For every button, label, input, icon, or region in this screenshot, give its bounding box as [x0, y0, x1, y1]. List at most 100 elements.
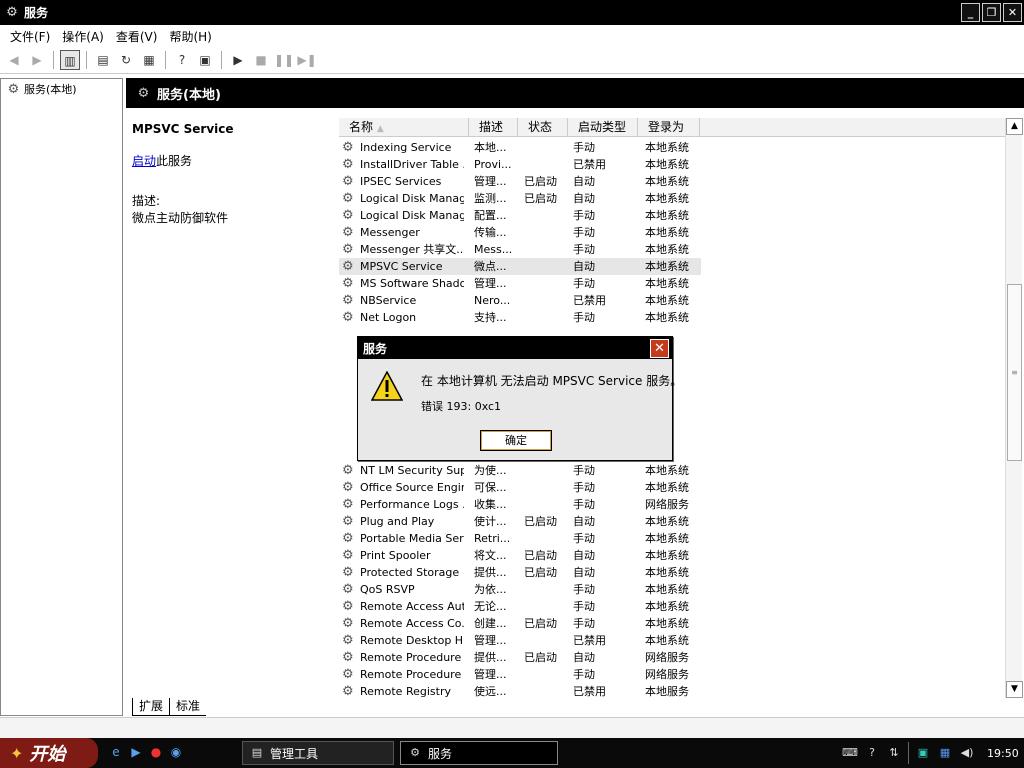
menu-help[interactable]: 帮助(H) — [163, 28, 217, 45]
table-row[interactable]: ⚙ QoS RSVP 为依... 手动 本地系统 — [339, 581, 1009, 598]
cell-name: Performance Logs ... — [360, 498, 464, 511]
vertical-scrollbar[interactable]: ▲ ≡ ▼ — [1005, 118, 1023, 698]
minimize-button[interactable]: _ — [961, 3, 980, 22]
table-row[interactable]: ⚙ Remote Procedure ... 管理... 手动 网络服务 — [339, 666, 1009, 683]
stop-service-icon[interactable]: ■ — [251, 50, 271, 70]
table-row[interactable]: ⚙ Remote Registry 使远... 已禁用 本地服务 — [339, 683, 1009, 698]
app-icon[interactable]: ◉ — [168, 744, 184, 760]
start-service-icon[interactable]: ▶ — [228, 50, 248, 70]
cell-logon: 网络服务 — [645, 668, 689, 681]
table-row[interactable]: ⚙ Print Spooler 将文... 已启动 自动 本地系统 — [339, 547, 1009, 564]
export-list-icon[interactable]: ▦ — [139, 50, 159, 70]
table-row[interactable]: ⚙ MPSVC Service 微点... 自动 本地系统 — [339, 258, 701, 275]
back-arrow-icon[interactable]: ◀ — [4, 50, 24, 70]
tray-separator — [908, 742, 909, 764]
ok-button[interactable]: 确定 — [480, 430, 552, 451]
tree-node-services-local[interactable]: ⚙ 服务(本地) — [6, 81, 77, 97]
service-gear-icon: ⚙ — [342, 140, 354, 154]
cell-name: InstallDriver Table ... — [360, 158, 464, 171]
menu-action[interactable]: 操作(A) — [56, 28, 110, 45]
task-label: 服务 — [428, 746, 453, 761]
start-button[interactable]: ✦ 开始 — [0, 738, 98, 768]
table-row[interactable]: ⚙ Indexing Service 本地... 手动 本地系统 — [339, 139, 1009, 156]
network-icon[interactable]: ▣ — [915, 745, 931, 761]
table-row[interactable]: ⚙ Logical Disk Manager 监测... 已启动 自动 本地系统 — [339, 190, 1009, 207]
start-service-link[interactable]: 启动 — [132, 154, 156, 168]
task-services[interactable]: ⚙ 服务 — [400, 741, 558, 765]
table-row[interactable]: ⚙ Plug and Play 使计... 已启动 自动 本地系统 — [339, 513, 1009, 530]
close-button[interactable]: ✕ — [1003, 3, 1022, 22]
language-icon[interactable]: ⇅ — [886, 745, 902, 761]
properties-icon[interactable]: ▤ — [93, 50, 113, 70]
column-header-name[interactable]: 名称 ▲ — [339, 118, 469, 137]
table-row[interactable]: ⚙ Logical Disk Manag... 配置... 手动 本地系统 — [339, 207, 1009, 224]
table-row[interactable]: ⚙ InstallDriver Table ... Provi... 已禁用 本地系统 — [339, 156, 1009, 173]
cell-desc: 支持... — [474, 311, 507, 324]
show-pane-icon[interactable]: ▣ — [195, 50, 215, 70]
tree-node-label: 服务(本地) — [24, 83, 77, 96]
table-row[interactable]: ⚙ Protected Storage 提供... 已启动 自动 本地系统 — [339, 564, 1009, 581]
scroll-down-icon[interactable]: ▼ — [1006, 681, 1023, 698]
internet-explorer-icon[interactable]: e — [108, 744, 124, 760]
cell-desc: 监测... — [474, 192, 507, 205]
cell-startup: 自动 — [573, 549, 595, 562]
scroll-up-icon[interactable]: ▲ — [1006, 118, 1023, 135]
display-icon[interactable]: ▦ — [937, 745, 953, 761]
table-row[interactable]: ⚙ Messenger 共享文... Mess... 手动 本地系统 — [339, 241, 1009, 258]
cell-startup: 自动 — [573, 566, 595, 579]
cell-startup: 手动 — [573, 209, 595, 222]
app-icon[interactable]: ● — [148, 744, 164, 760]
dialog-close-button[interactable]: ✕ — [650, 339, 669, 358]
pause-service-icon[interactable]: ❚❚ — [274, 50, 294, 70]
cell-desc: 提供... — [474, 651, 507, 664]
column-header-startup-type[interactable]: 启动类型 — [568, 118, 638, 137]
column-header-description[interactable]: 描述 — [469, 118, 518, 137]
tab-extended[interactable]: 扩展 — [132, 698, 171, 716]
table-row[interactable]: ⚙ Remote Procedure ... 提供... 已启动 自动 网络服务 — [339, 649, 1009, 666]
table-row[interactable]: ⚙ Portable Media Seri... Retri... 手动 本地系统 — [339, 530, 1009, 547]
table-row[interactable]: ⚙ Remote Desktop H... 管理... 已禁用 本地系统 — [339, 632, 1009, 649]
table-row[interactable]: ⚙ NT LM Security Sup... 为使... 手动 本地系统 — [339, 462, 1009, 479]
windows-logo-icon: ✦ — [10, 743, 24, 763]
table-row[interactable]: ⚙ Remote Access Aut... 无论... 手动 本地系统 — [339, 598, 1009, 615]
table-row[interactable]: ⚙ Performance Logs ... 收集... 手动 网络服务 — [339, 496, 1009, 513]
restart-service-icon[interactable]: ▶❚ — [297, 50, 317, 70]
cell-startup: 已禁用 — [573, 294, 606, 307]
media-player-icon[interactable]: ▶ — [128, 744, 144, 760]
cell-name: Messenger 共享文... — [360, 243, 464, 256]
cell-logon: 本地系统 — [645, 311, 689, 324]
cell-logon: 本地系统 — [645, 634, 689, 647]
help-icon[interactable]: ? — [864, 745, 880, 761]
cell-name: Remote Registry — [360, 685, 451, 698]
cell-logon: 网络服务 — [645, 498, 689, 511]
tab-standard[interactable]: 标准 — [170, 698, 207, 716]
table-row[interactable]: ⚙ NBService Nero... 已禁用 本地系统 — [339, 292, 1009, 309]
restore-button[interactable]: ❐ — [982, 3, 1001, 22]
cell-startup: 手动 — [573, 498, 595, 511]
column-header-status[interactable]: 状态 — [518, 118, 568, 137]
menu-file[interactable]: 文件(F) — [4, 28, 56, 45]
scrollbar-thumb[interactable]: ≡ — [1007, 284, 1022, 461]
table-row[interactable]: ⚙ MS Software Shado... 管理... 手动 本地系统 — [339, 275, 1009, 292]
refresh-icon[interactable]: ↻ — [116, 50, 136, 70]
cell-logon: 本地系统 — [645, 583, 689, 596]
cell-logon: 本地系统 — [645, 158, 689, 171]
show-tree-icon[interactable]: ▥ — [60, 50, 80, 70]
task-admin-tools[interactable]: ▤ 管理工具 — [242, 741, 394, 765]
forward-arrow-icon[interactable]: ▶ — [27, 50, 47, 70]
volume-icon[interactable]: ◀) — [959, 745, 975, 761]
table-row[interactable]: ⚙ Net Logon 支持... 手动 本地系统 — [339, 309, 1009, 326]
menu-bar: 文件(F) 操作(A) 查看(V) 帮助(H) — [0, 25, 1024, 47]
help-icon[interactable]: ? — [172, 50, 192, 70]
cell-name: MPSVC Service — [360, 260, 443, 273]
table-row[interactable]: ⚙ Office Source Engine 可保... 手动 本地系统 — [339, 479, 1009, 496]
cell-logon: 本地系统 — [645, 464, 689, 477]
table-row[interactable]: ⚙ Messenger 传输... 手动 本地系统 — [339, 224, 1009, 241]
column-header-logon-as[interactable]: 登录为 — [638, 118, 700, 137]
cell-startup: 自动 — [573, 260, 595, 273]
keyboard-icon[interactable]: ⌨ — [842, 745, 858, 761]
menu-view[interactable]: 查看(V) — [110, 28, 164, 45]
cell-startup: 已禁用 — [573, 685, 606, 698]
table-row[interactable]: ⚙ Remote Access Co... 创建... 已启动 手动 本地系统 — [339, 615, 1009, 632]
table-row[interactable]: ⚙ IPSEC Services 管理... 已启动 自动 本地系统 — [339, 173, 1009, 190]
